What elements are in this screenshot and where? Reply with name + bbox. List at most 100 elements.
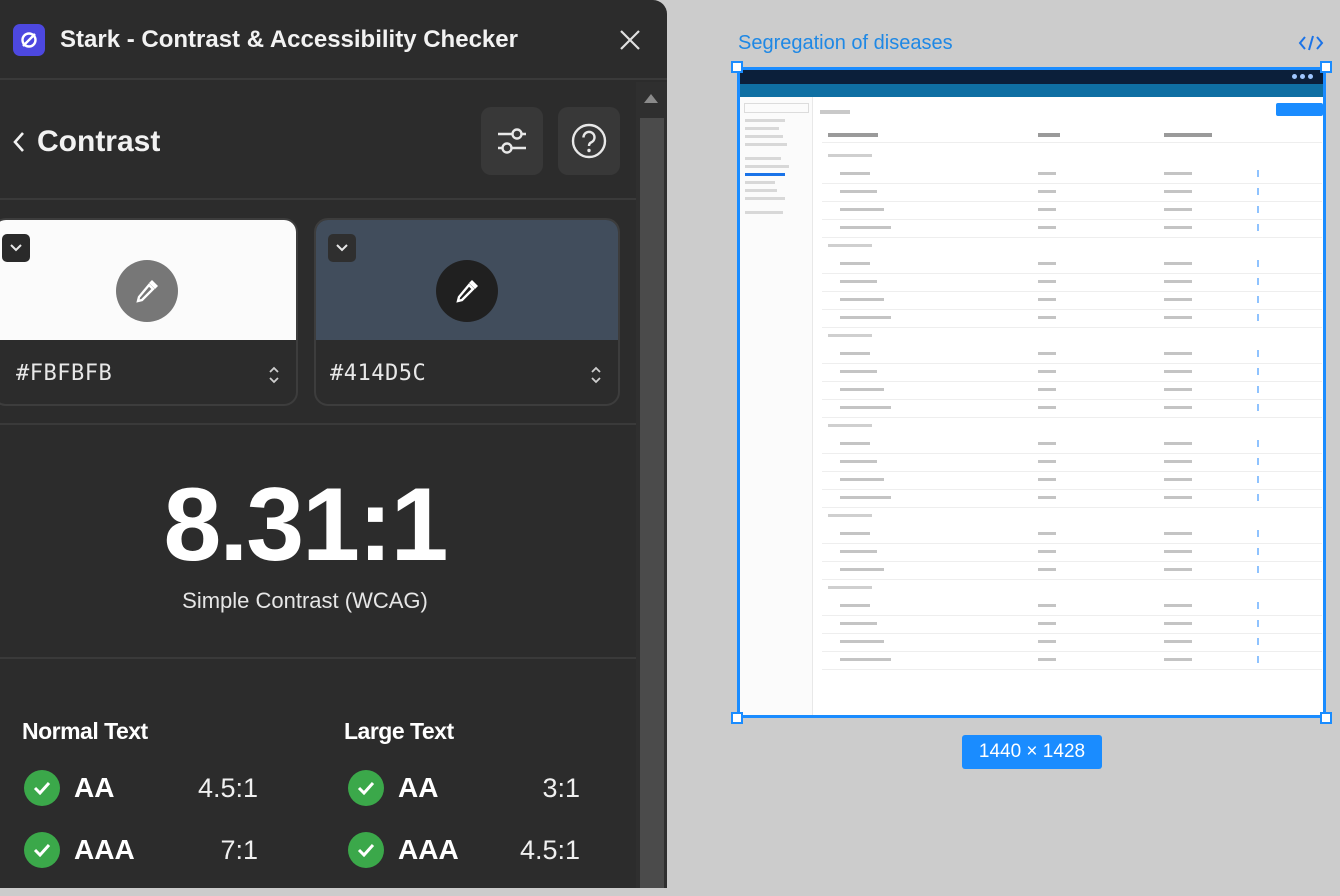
mini-row-menu-icon <box>1257 260 1259 267</box>
mini-table-cell <box>1038 172 1056 175</box>
resize-handle-bottom-left[interactable] <box>731 712 743 724</box>
mini-table-cell <box>840 172 870 175</box>
eyedropper-icon[interactable] <box>436 260 498 322</box>
mini-table-cell <box>840 478 884 481</box>
mini-row-menu-icon <box>1257 530 1259 537</box>
mini-table-row <box>822 472 1322 490</box>
mini-row-menu-icon <box>1257 638 1259 645</box>
mini-table-cell <box>840 280 877 283</box>
mini-nav-item <box>745 211 783 214</box>
code-icon[interactable] <box>1296 31 1326 55</box>
mini-row-menu-icon <box>1257 602 1259 609</box>
chevron-down-icon[interactable] <box>328 234 356 262</box>
mini-nav-item <box>745 135 783 138</box>
mini-row-menu-icon <box>1257 386 1259 393</box>
selected-frame-thumbnail[interactable] <box>737 67 1326 718</box>
mini-table-cell <box>840 496 891 499</box>
mini-table-row <box>822 526 1322 544</box>
mini-table-cell <box>1038 226 1056 229</box>
background-stepper-icon[interactable] <box>586 360 606 390</box>
background-hex-value[interactable]: #414D5C <box>330 358 426 390</box>
mini-table-cell <box>1164 460 1192 463</box>
mini-table-cell <box>1038 262 1056 265</box>
scroll-up-arrow-icon[interactable] <box>644 94 658 103</box>
mini-row-menu-icon <box>1257 278 1259 285</box>
mini-topbar-icon <box>1300 74 1305 79</box>
mini-table-cell <box>840 388 884 391</box>
foreground-stepper-icon[interactable] <box>264 360 284 390</box>
contrast-ratio: 8.31:1 <box>163 467 449 583</box>
mini-nav-item <box>745 181 775 184</box>
mini-table-cell <box>840 460 877 463</box>
mini-table-row <box>822 346 1322 364</box>
mini-table-cell <box>1164 352 1192 355</box>
mini-table-row <box>822 220 1322 238</box>
mini-table-cell <box>840 316 891 319</box>
settings-sliders-button[interactable] <box>481 107 543 175</box>
mini-app-sidebar <box>740 97 813 715</box>
mini-row-menu-icon <box>1257 350 1259 357</box>
help-button[interactable] <box>558 107 620 175</box>
mini-col-header <box>1038 133 1060 137</box>
mini-table-cell <box>1038 316 1056 319</box>
mini-nav-item-active <box>745 173 785 176</box>
mini-table-cell <box>1038 568 1056 571</box>
mini-table-cell <box>1038 460 1056 463</box>
mini-table-cell <box>840 622 877 625</box>
mini-category-label <box>828 424 872 427</box>
mini-app-topbar <box>740 70 1323 84</box>
mini-table-cell <box>840 640 884 643</box>
mini-table-cell <box>1164 370 1192 373</box>
frame-name-label[interactable]: Segregation of diseases <box>738 30 953 56</box>
mini-table-cell <box>840 226 891 229</box>
mini-table-row <box>822 400 1322 418</box>
mini-row-menu-icon <box>1257 440 1259 447</box>
mini-row-menu-icon <box>1257 620 1259 627</box>
mini-row-menu-icon <box>1257 296 1259 303</box>
mini-row-menu-icon <box>1257 206 1259 213</box>
help-question-icon <box>571 123 607 159</box>
resize-handle-bottom-right[interactable] <box>1320 712 1332 724</box>
stark-logo-icon <box>13 24 45 56</box>
mini-topbar-icon <box>1292 74 1297 79</box>
mini-table-cell <box>1038 478 1056 481</box>
mini-category-label <box>828 244 872 247</box>
mini-row-menu-icon <box>1257 314 1259 321</box>
section-title[interactable]: Contrast <box>37 122 160 162</box>
mini-table-cell <box>1164 640 1192 643</box>
mini-table-cell <box>1164 262 1192 265</box>
foreground-hex-value[interactable]: #FBFBFB <box>16 358 112 390</box>
mini-table-row <box>822 310 1322 328</box>
mini-table-cell <box>1164 280 1192 283</box>
large-aa-requirement: 3:1 <box>542 773 580 803</box>
background-swatch-card[interactable]: #414D5C <box>314 218 620 406</box>
normal-text-heading: Normal Text <box>22 718 148 744</box>
mini-row-menu-icon <box>1257 404 1259 411</box>
mini-table-cell <box>1164 532 1192 535</box>
resize-handle-top-left[interactable] <box>731 61 743 73</box>
scrollbar-thumb[interactable] <box>640 118 664 888</box>
foreground-swatch-card[interactable]: #FBFBFB <box>0 218 298 406</box>
mini-table-cell <box>1164 622 1192 625</box>
mini-row-menu-icon <box>1257 566 1259 573</box>
back-chevron-icon[interactable] <box>4 122 34 162</box>
mini-nav-item <box>745 127 779 130</box>
mini-table-cell <box>1164 298 1192 301</box>
mini-nav-item <box>745 197 785 200</box>
mini-col-header <box>1164 133 1212 137</box>
normal-aaa-level: AAA <box>74 834 135 865</box>
mini-table-cell <box>840 352 870 355</box>
mini-table-cell <box>1164 658 1192 661</box>
chevron-down-icon[interactable] <box>2 234 30 262</box>
mini-table-cell <box>1038 406 1056 409</box>
mini-row-menu-icon <box>1257 458 1259 465</box>
resize-handle-top-right[interactable] <box>1320 61 1332 73</box>
close-icon[interactable] <box>612 22 648 58</box>
mini-table-row <box>822 436 1322 454</box>
mini-table-row <box>822 256 1322 274</box>
mini-new-button <box>1276 103 1323 116</box>
mini-nav-item <box>745 119 785 122</box>
eyedropper-icon[interactable] <box>116 260 178 322</box>
mini-nav-item <box>745 189 777 192</box>
mini-table-cell <box>1164 478 1192 481</box>
